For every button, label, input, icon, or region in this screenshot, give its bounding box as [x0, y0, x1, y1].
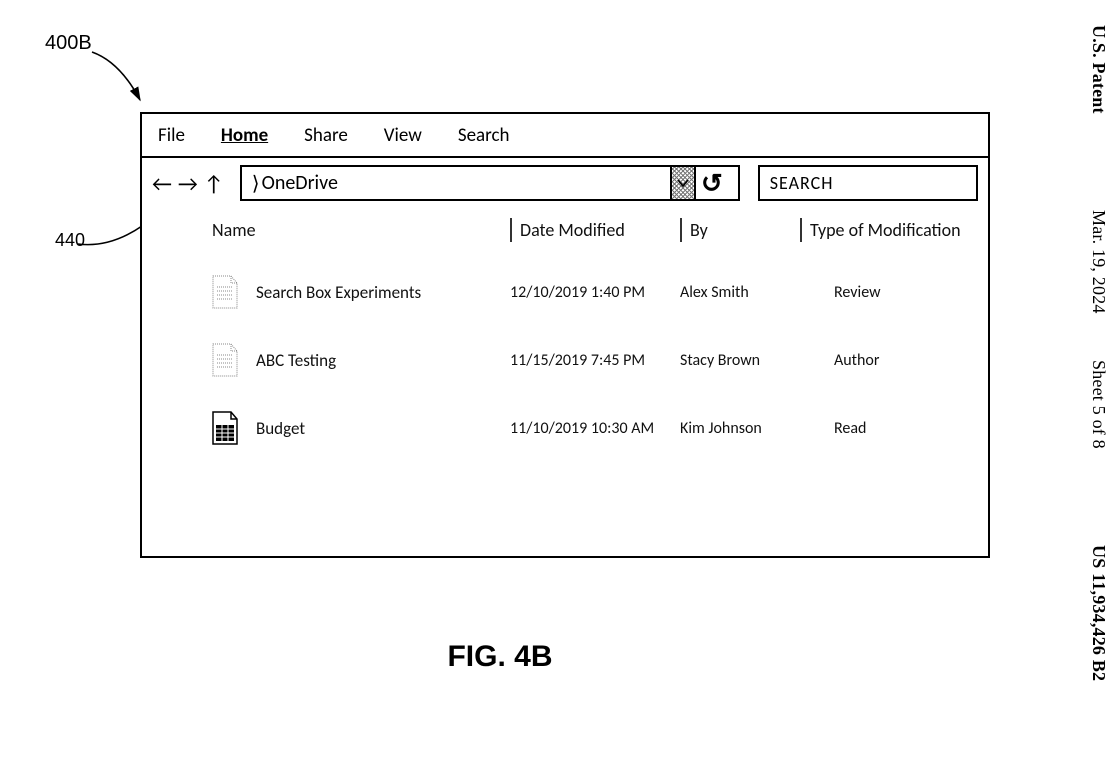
list-item[interactable]: Search Box Experiments 12/10/2019 1:40 P… — [210, 258, 974, 326]
toolbar: ← → ↑ ⟩ OneDrive ↻ SEARCH — [142, 158, 988, 208]
search-placeholder: SEARCH — [770, 172, 834, 194]
column-date[interactable]: Date Modified — [510, 218, 680, 242]
refresh-button[interactable]: ↻ — [694, 167, 728, 199]
refresh-icon: ↻ — [701, 170, 723, 196]
list-item[interactable]: Budget 11/10/2019 10:30 AM Kim Johnson R… — [210, 394, 974, 462]
figure-caption: FIG. 4B — [0, 640, 1000, 674]
file-name: ABC Testing — [256, 350, 336, 371]
menu-home[interactable]: Home — [221, 124, 268, 147]
column-by[interactable]: By — [680, 218, 800, 242]
menu-view[interactable]: View — [384, 124, 422, 147]
file-list: Search Box Experiments 12/10/2019 1:40 P… — [210, 258, 974, 462]
chevron-down-icon — [677, 177, 689, 189]
column-type[interactable]: Type of Modification — [800, 218, 970, 242]
spreadsheet-icon — [210, 410, 240, 446]
file-name: Search Box Experiments — [256, 282, 421, 303]
search-input[interactable]: SEARCH — [758, 165, 978, 201]
file-by: Alex Smith — [680, 283, 800, 302]
menu-search[interactable]: Search — [458, 124, 510, 147]
patent-header-sheet: Sheet 5 of 8 — [1088, 360, 1109, 449]
patent-header-date: Mar. 19, 2024 — [1088, 210, 1109, 314]
nav-back-button[interactable]: ← — [150, 170, 174, 197]
document-icon — [210, 342, 240, 378]
file-date: 11/10/2019 10:30 AM — [510, 419, 680, 438]
file-date: 11/15/2019 7:45 PM — [510, 351, 680, 370]
column-name[interactable]: Name — [210, 218, 510, 242]
file-modtype: Review — [800, 283, 970, 302]
menu-file[interactable]: File — [158, 124, 185, 147]
breadcrumb[interactable]: OneDrive — [262, 171, 338, 195]
patent-header-region: U.S. Patent Mar. 19, 2024 Sheet 5 of 8 U… — [1050, 0, 1110, 757]
file-modtype: Read — [800, 419, 970, 438]
nav-up-button[interactable]: ↑ — [202, 170, 226, 197]
column-header-row: Name Date Modified By Type of Modificati… — [210, 218, 974, 242]
chevron-right-icon: ⟩ — [252, 171, 260, 196]
patent-header-title: U.S. Patent — [1088, 25, 1109, 114]
patent-header-number: US 11,934,426 B2 — [1088, 545, 1109, 681]
address-dropdown-button[interactable] — [670, 167, 694, 199]
file-by: Kim Johnson — [680, 419, 800, 438]
ref-label-440: 440 — [55, 230, 85, 251]
nav-forward-button[interactable]: → — [176, 170, 200, 197]
file-list-region: Name Date Modified By Type of Modificati… — [210, 218, 974, 462]
file-date: 12/10/2019 1:40 PM — [510, 283, 680, 302]
file-by: Stacy Brown — [680, 351, 800, 370]
menu-share[interactable]: Share — [304, 124, 348, 147]
ref-label-400B: 400B — [45, 32, 92, 55]
menu-bar: File Home Share View Search — [142, 114, 988, 158]
list-item[interactable]: ABC Testing 11/15/2019 7:45 PM Stacy Bro… — [210, 326, 974, 394]
address-bar[interactable]: ⟩ OneDrive ↻ — [240, 165, 740, 201]
nav-arrows: ← → ↑ — [150, 170, 226, 197]
document-icon — [210, 274, 240, 310]
file-explorer-window: File Home Share View Search ← → ↑ ⟩ OneD… — [140, 112, 990, 558]
file-name: Budget — [256, 418, 305, 439]
file-modtype: Author — [800, 351, 970, 370]
